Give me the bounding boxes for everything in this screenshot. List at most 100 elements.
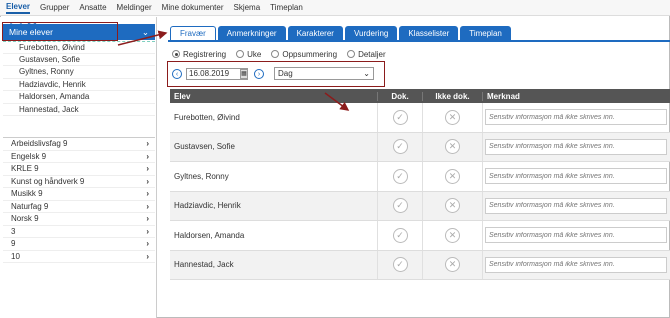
group-item[interactable]: 10 ›: [3, 251, 155, 263]
attendance-table: Elev Dok. Ikke dok. Merknad Furebotten, …: [170, 89, 670, 280]
chevron-right-icon: ›: [146, 164, 149, 173]
nav-grupper[interactable]: Grupper: [40, 3, 69, 12]
student-name: Hannestad, Jack: [174, 260, 234, 270]
next-date-icon[interactable]: ›: [254, 69, 264, 79]
nav-ansatte[interactable]: Ansatte: [79, 3, 106, 12]
radio-registrering[interactable]: Registrering: [172, 50, 226, 59]
radio-label: Uke: [247, 49, 262, 59]
undocumented-x-icon[interactable]: ✕: [445, 139, 460, 155]
group-label: 10: [11, 251, 20, 261]
group-item[interactable]: Engelsk 9 ›: [3, 151, 155, 163]
group-item[interactable]: Norsk 9 ›: [3, 213, 155, 226]
student-item[interactable]: Gustavsen, Sofie: [3, 54, 155, 66]
group-label: Kunst og håndverk 9: [11, 176, 85, 186]
radio-dot: [271, 50, 280, 58]
radio-detaljer[interactable]: Detaljer: [347, 50, 386, 59]
chevron-right-icon: ›: [146, 214, 149, 223]
remark-input[interactable]: [485, 168, 667, 185]
chevron-right-icon: ›: [146, 226, 149, 236]
tab-vurdering[interactable]: Vurdering: [344, 26, 398, 40]
tab-klasselister[interactable]: Klasselister: [399, 26, 459, 40]
table-row: Furebotten, Øivind ✓ ✕: [170, 103, 670, 133]
nav-skjema[interactable]: Skjema: [233, 3, 260, 12]
tab-karakterer[interactable]: Karakterer: [287, 26, 343, 40]
undocumented-x-icon[interactable]: ✕: [445, 257, 460, 273]
group-label: 9: [11, 239, 16, 248]
table-body: Furebotten, Øivind ✓ ✕ Gustavsen, Sofie …: [170, 103, 670, 280]
remark-input[interactable]: [485, 138, 667, 155]
student-item[interactable]: Haldorsen, Amanda: [3, 91, 155, 104]
tab-underline: [168, 40, 670, 42]
remark-input[interactable]: [485, 197, 667, 214]
radio-dot: [236, 50, 245, 58]
mine-elever-label: Mine elever: [9, 27, 53, 37]
group-item[interactable]: Naturfag 9 ›: [3, 201, 155, 213]
chevron-right-icon: ›: [146, 239, 149, 248]
student-item[interactable]: Gyltnes, Ronny: [3, 66, 155, 79]
student-item[interactable]: Hannestad, Jack: [3, 104, 155, 116]
chevron-down-icon: ⌄: [363, 69, 370, 78]
radio-label: Oppsummering: [282, 49, 338, 59]
group-item[interactable]: 9 ›: [3, 238, 155, 251]
period-value: Dag: [278, 69, 293, 78]
documented-check-icon[interactable]: ✓: [392, 109, 408, 125]
documented-check-icon[interactable]: ✓: [392, 227, 408, 243]
student-name: Gustavsen, Sofie: [174, 142, 235, 152]
table-header: Elev Dok. Ikke dok. Merknad: [170, 89, 670, 103]
undocumented-x-icon[interactable]: ✕: [445, 198, 460, 214]
group-label: Norsk 9: [11, 214, 39, 223]
nav-timeplan[interactable]: Timeplan: [270, 3, 303, 12]
calendar-icon[interactable]: ▦: [240, 69, 248, 79]
documented-check-icon[interactable]: ✓: [392, 168, 408, 184]
table-row: Gustavsen, Sofie ✓ ✕: [170, 132, 670, 162]
col-dok: Dok.: [377, 91, 422, 101]
group-label: Musikk 9: [11, 189, 43, 198]
group-label: Engelsk 9: [11, 151, 47, 161]
table-row: Haldorsen, Amanda ✓ ✕: [170, 221, 670, 251]
remark-input[interactable]: [485, 227, 667, 244]
undocumented-x-icon[interactable]: ✕: [445, 227, 460, 243]
mine-elever-header[interactable]: Mine elever ⌄: [3, 24, 155, 40]
radio-dot-selected: [172, 50, 180, 58]
tab-bar: Fravær Anmerkninger Karakterer Vurdering…: [170, 26, 511, 40]
undocumented-x-icon[interactable]: ✕: [445, 168, 460, 184]
table-row: Gyltnes, Ronny ✓ ✕: [170, 162, 670, 192]
nav-mine-dokumenter[interactable]: Mine dokumenter: [162, 3, 224, 12]
student-name: Furebotten, Øivind: [174, 112, 240, 122]
undocumented-x-icon[interactable]: ✕: [445, 109, 460, 125]
period-select[interactable]: Dag ⌄: [274, 67, 374, 80]
student-name: Hadziavdic, Henrik: [174, 201, 241, 211]
remark-input[interactable]: [485, 256, 667, 273]
student-item[interactable]: Hadziavdic, Henrik: [3, 79, 155, 91]
group-item[interactable]: 3 ›: [3, 226, 155, 238]
radio-oppsummering[interactable]: Oppsummering: [271, 50, 337, 59]
mode-radio-group: Registrering Uke Oppsummering Detaljer: [172, 48, 386, 60]
documented-check-icon[interactable]: ✓: [392, 257, 408, 273]
col-elev: Elev: [174, 91, 191, 101]
student-item[interactable]: Furebotten, Øivind: [3, 41, 155, 54]
chevron-down-icon: ⌄: [141, 26, 149, 37]
group-item[interactable]: Kunst og håndverk 9 ›: [3, 176, 155, 188]
group-label: Arbeidslivsfag 9: [11, 139, 68, 148]
remark-input[interactable]: [485, 109, 667, 126]
chevron-right-icon: ›: [146, 201, 149, 211]
previous-date-icon[interactable]: ‹: [172, 69, 182, 79]
documented-check-icon[interactable]: ✓: [392, 139, 408, 155]
documented-check-icon[interactable]: ✓: [392, 198, 408, 214]
tab-timeplan[interactable]: Timeplan: [460, 26, 511, 40]
chevron-right-icon: ›: [146, 176, 149, 186]
tab-anmerkninger[interactable]: Anmerkninger: [217, 26, 286, 40]
radio-uke[interactable]: Uke: [236, 50, 261, 59]
top-navigation: Elever Grupper Ansatte Meldinger Mine do…: [0, 0, 670, 16]
group-item[interactable]: Arbeidslivsfag 9 ›: [3, 138, 155, 151]
nav-meldinger[interactable]: Meldinger: [117, 3, 152, 12]
date-field[interactable]: 16.08.2019: [186, 68, 248, 80]
radio-dot: [347, 50, 356, 58]
nav-elever[interactable]: Elever: [6, 2, 31, 14]
group-label: 3: [11, 226, 16, 236]
chevron-right-icon: ›: [146, 251, 149, 261]
tab-fravaer[interactable]: Fravær: [170, 26, 216, 40]
student-name: Haldorsen, Amanda: [174, 230, 245, 240]
group-item[interactable]: KRLE 9 ›: [3, 163, 155, 176]
group-item[interactable]: Musikk 9 ›: [3, 188, 155, 201]
